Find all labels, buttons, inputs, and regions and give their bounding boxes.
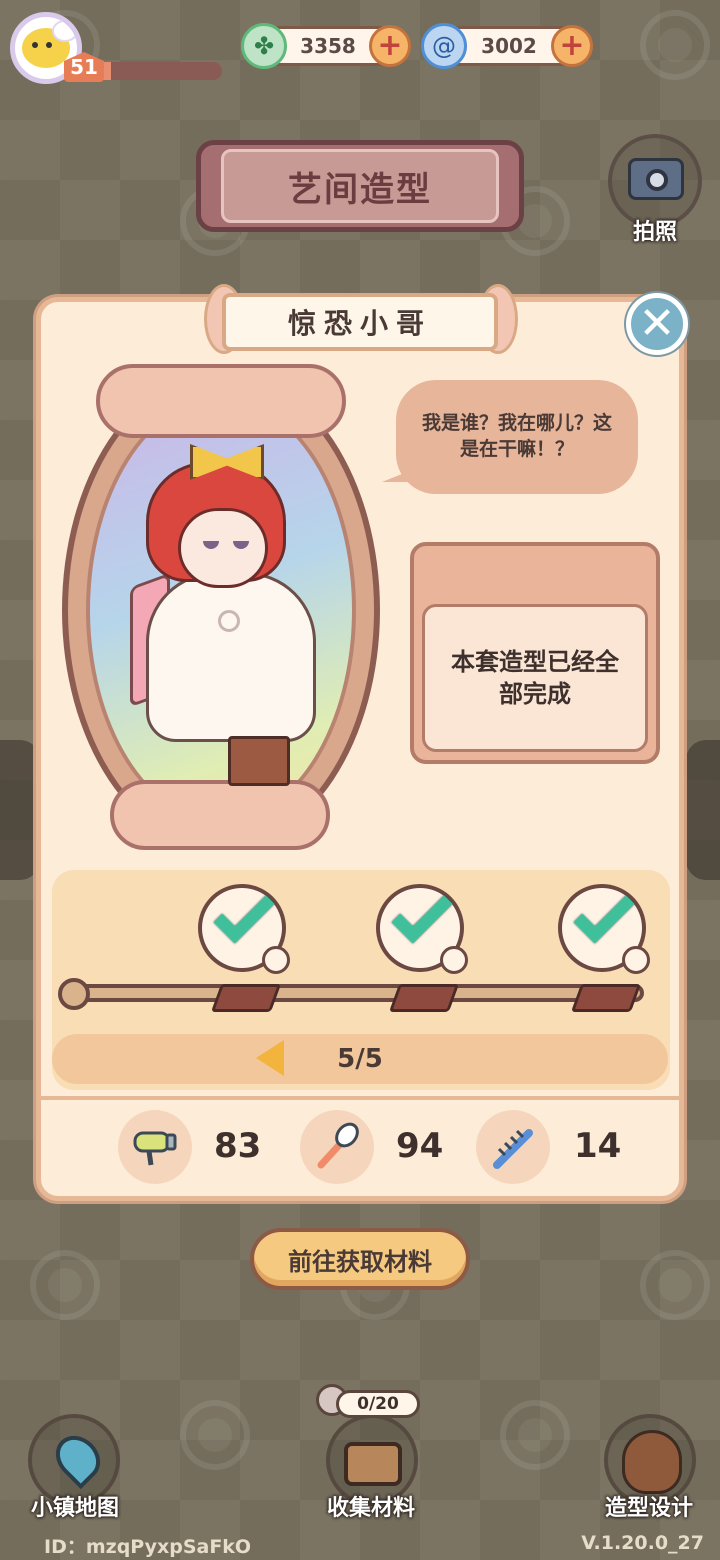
page-number: 5/5	[337, 1044, 383, 1074]
swirl-icon: @	[421, 23, 467, 69]
background-sun-decoration	[180, 1400, 250, 1470]
makeup-brush-icon	[300, 1110, 374, 1184]
page-title-banner: 艺间造型	[196, 140, 524, 232]
completion-status-text: 本套造型已经全部完成	[422, 604, 648, 752]
mannequin-decoration	[0, 740, 40, 880]
clover-currency: ✤ 3358 +	[241, 23, 411, 69]
makeup-brush-count: 94	[396, 1126, 444, 1166]
style-step-3[interactable]	[558, 882, 650, 974]
step-pointer	[440, 946, 468, 974]
camera-lens	[646, 169, 668, 191]
camera-icon	[628, 158, 684, 200]
add-clover-button[interactable]: +	[369, 25, 411, 67]
completion-status-box: 本套造型已经全部完成	[410, 542, 660, 764]
progress-rail-start	[58, 978, 90, 1010]
background-sun-decoration	[30, 1250, 100, 1320]
checkmark-icon	[391, 882, 453, 944]
speech-text: 我是谁？我在哪儿？这是在干嘛！？	[421, 412, 612, 460]
app-version: V.1.20.0_27	[581, 1532, 704, 1554]
checkmark-icon	[213, 882, 275, 944]
background-sun-decoration	[640, 1250, 710, 1320]
flower-logo-icon	[218, 610, 240, 632]
hair-clip-marker	[388, 984, 460, 1012]
character-legs	[228, 736, 290, 786]
camera-label: 拍照	[632, 220, 677, 245]
mirror-top-ornament	[96, 364, 346, 438]
character-salon-cape	[146, 572, 316, 742]
style-design-label: 造型设计	[604, 1496, 693, 1521]
background-sun-decoration	[640, 10, 710, 80]
hair-dryer-count: 83	[214, 1126, 262, 1166]
checkmark-icon	[573, 882, 635, 944]
speech-bubble: 我是谁？我在哪儿？这是在干嘛！？	[382, 380, 638, 494]
comb-count: 14	[574, 1126, 622, 1166]
swirl-amount: 3002	[481, 34, 537, 58]
toolbox-icon	[344, 1442, 402, 1486]
town-map-label: 小镇地图	[30, 1496, 119, 1521]
comb-icon	[476, 1110, 550, 1184]
mannequin-decoration	[686, 740, 720, 880]
hair-clip-marker	[570, 984, 642, 1012]
mirror-bottom-ornament	[110, 780, 330, 850]
character-eye	[203, 541, 219, 549]
page-indicator: 5/5	[52, 1034, 668, 1084]
xp-progress-bar	[96, 62, 222, 80]
character-eye	[233, 541, 249, 549]
clover-amount: 3358	[300, 34, 356, 58]
background-sun-decoration	[500, 1400, 570, 1470]
stylist-avatar-icon	[622, 1430, 682, 1494]
character-name-plate: 惊恐小哥	[222, 293, 498, 351]
hair-dryer-icon	[118, 1110, 192, 1184]
close-button[interactable]: ✕	[626, 293, 688, 355]
page-title: 艺间造型	[221, 149, 499, 223]
map-pin-icon	[46, 1426, 110, 1490]
step-pointer	[622, 946, 650, 974]
player-id: ID：mzqPyxpSaFkO	[44, 1536, 252, 1558]
character-face	[178, 508, 268, 588]
collect-materials-label: 收集材料	[326, 1496, 415, 1521]
bee-avatar-icon	[22, 20, 77, 68]
hair-clip-marker	[210, 984, 282, 1012]
get-materials-button[interactable]: 前往获取材料	[250, 1228, 470, 1290]
swirl-currency: @ 3002 +	[421, 23, 593, 69]
collect-counter: 0/20	[336, 1390, 420, 1418]
add-swirl-button[interactable]: +	[551, 25, 593, 67]
style-step-2[interactable]	[376, 882, 468, 974]
step-pointer	[262, 946, 290, 974]
clover-icon: ✤	[241, 23, 287, 69]
progress-rail	[60, 984, 644, 1002]
style-step-1[interactable]	[198, 882, 290, 974]
